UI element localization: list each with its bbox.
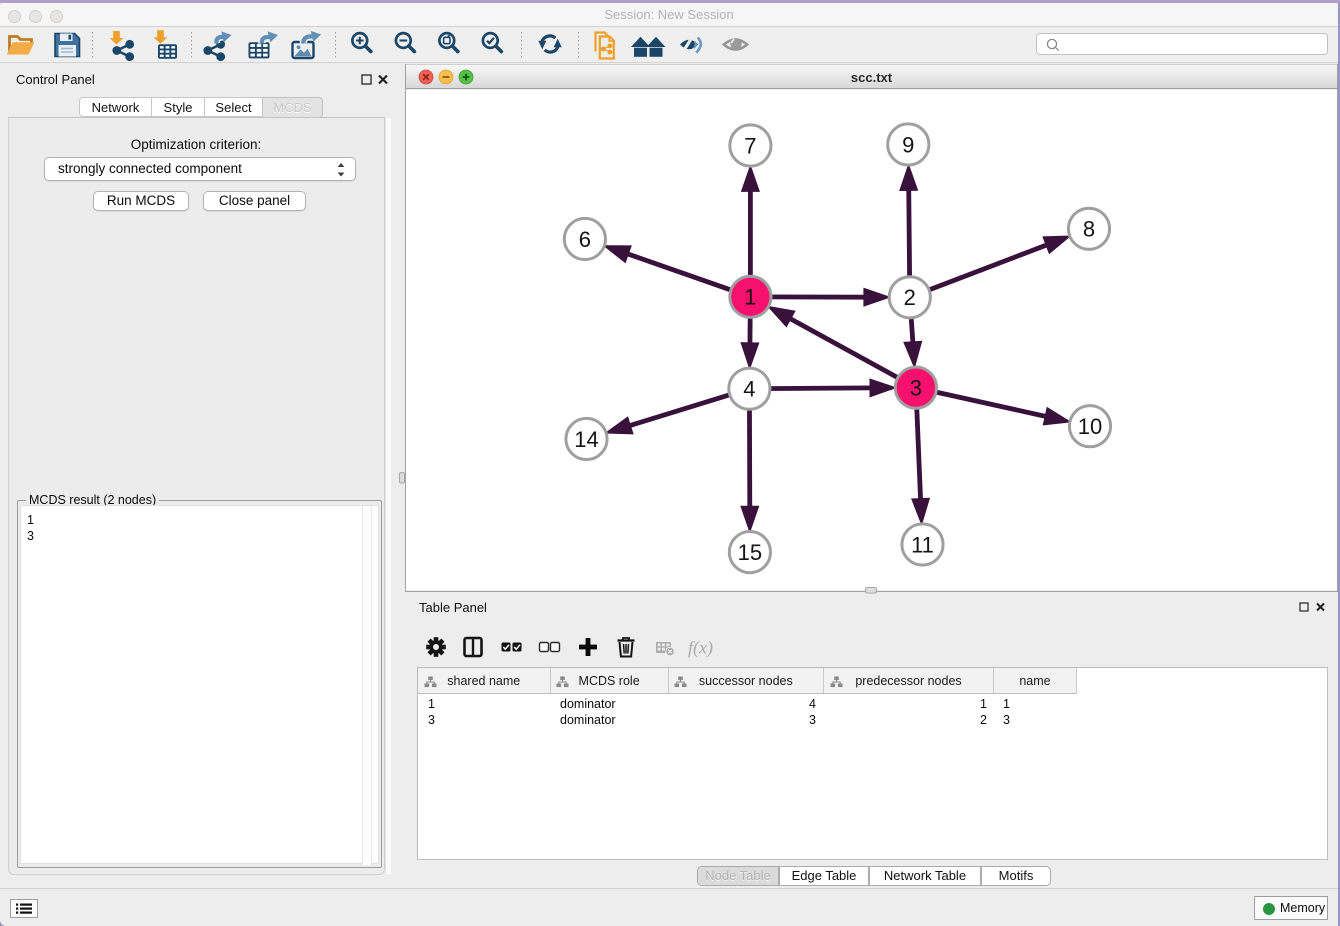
svg-text:3: 3 xyxy=(910,375,922,400)
svg-text:11: 11 xyxy=(911,532,934,557)
svg-text:7: 7 xyxy=(744,133,756,158)
svg-text:15: 15 xyxy=(738,540,762,565)
svg-text:1: 1 xyxy=(744,285,756,310)
svg-text:9: 9 xyxy=(902,132,914,157)
svg-text:6: 6 xyxy=(579,227,591,252)
svg-text:10: 10 xyxy=(1078,414,1102,439)
svg-text:4: 4 xyxy=(743,377,755,402)
svg-text:14: 14 xyxy=(574,427,598,452)
svg-text:2: 2 xyxy=(904,285,916,310)
svg-text:8: 8 xyxy=(1083,217,1095,242)
svg-text:f(x): f(x) xyxy=(688,638,713,659)
